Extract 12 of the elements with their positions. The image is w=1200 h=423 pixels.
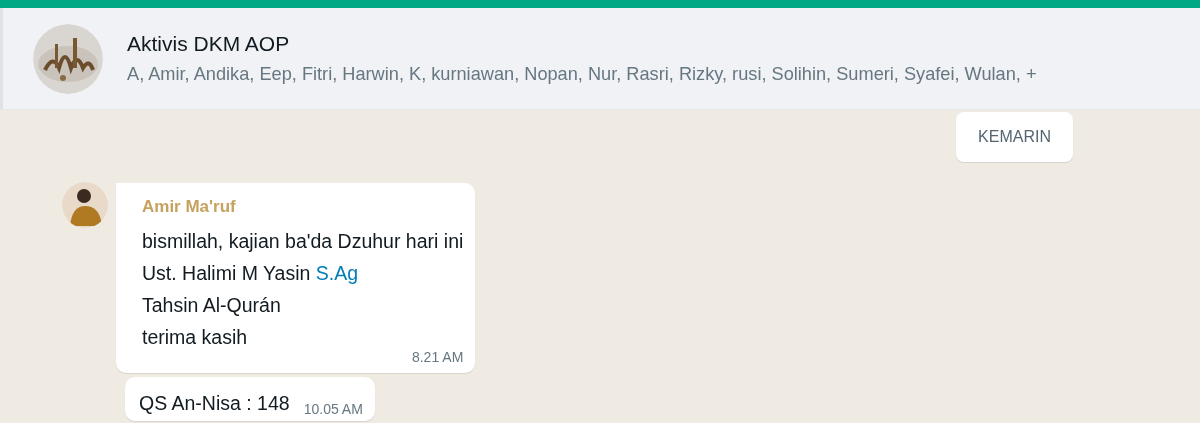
- avatar[interactable]: [62, 182, 108, 228]
- sender-name: Amir Ma'ruf: [142, 197, 237, 217]
- message-text: bismillah, kajian ba'da Dzuhur hari ini: [142, 229, 464, 254]
- message-text: Ust. Halimi M Yasin S.Ag: [142, 261, 359, 286]
- message-text: Tahsin Al-Qurán: [142, 293, 282, 318]
- message-time: 8.21 AM: [410, 349, 464, 365]
- message-text: QS An-Nisa : 148: [139, 391, 290, 416]
- group-name: Aktivis DKM AOP: [127, 32, 291, 56]
- link[interactable]: S.Ag: [315, 262, 358, 284]
- message-time: 10.05 AM: [303, 401, 363, 419]
- message-text: terima kasih: [142, 325, 249, 350]
- members-list: A, Amir, Andika, Eep, Fitri, Harwin, K, kurniawan, Nopan, Nur, Rasri, Rizky, rusi, Solihin, Sumeri, Syafei, Wulan, +: [127, 64, 1037, 85]
